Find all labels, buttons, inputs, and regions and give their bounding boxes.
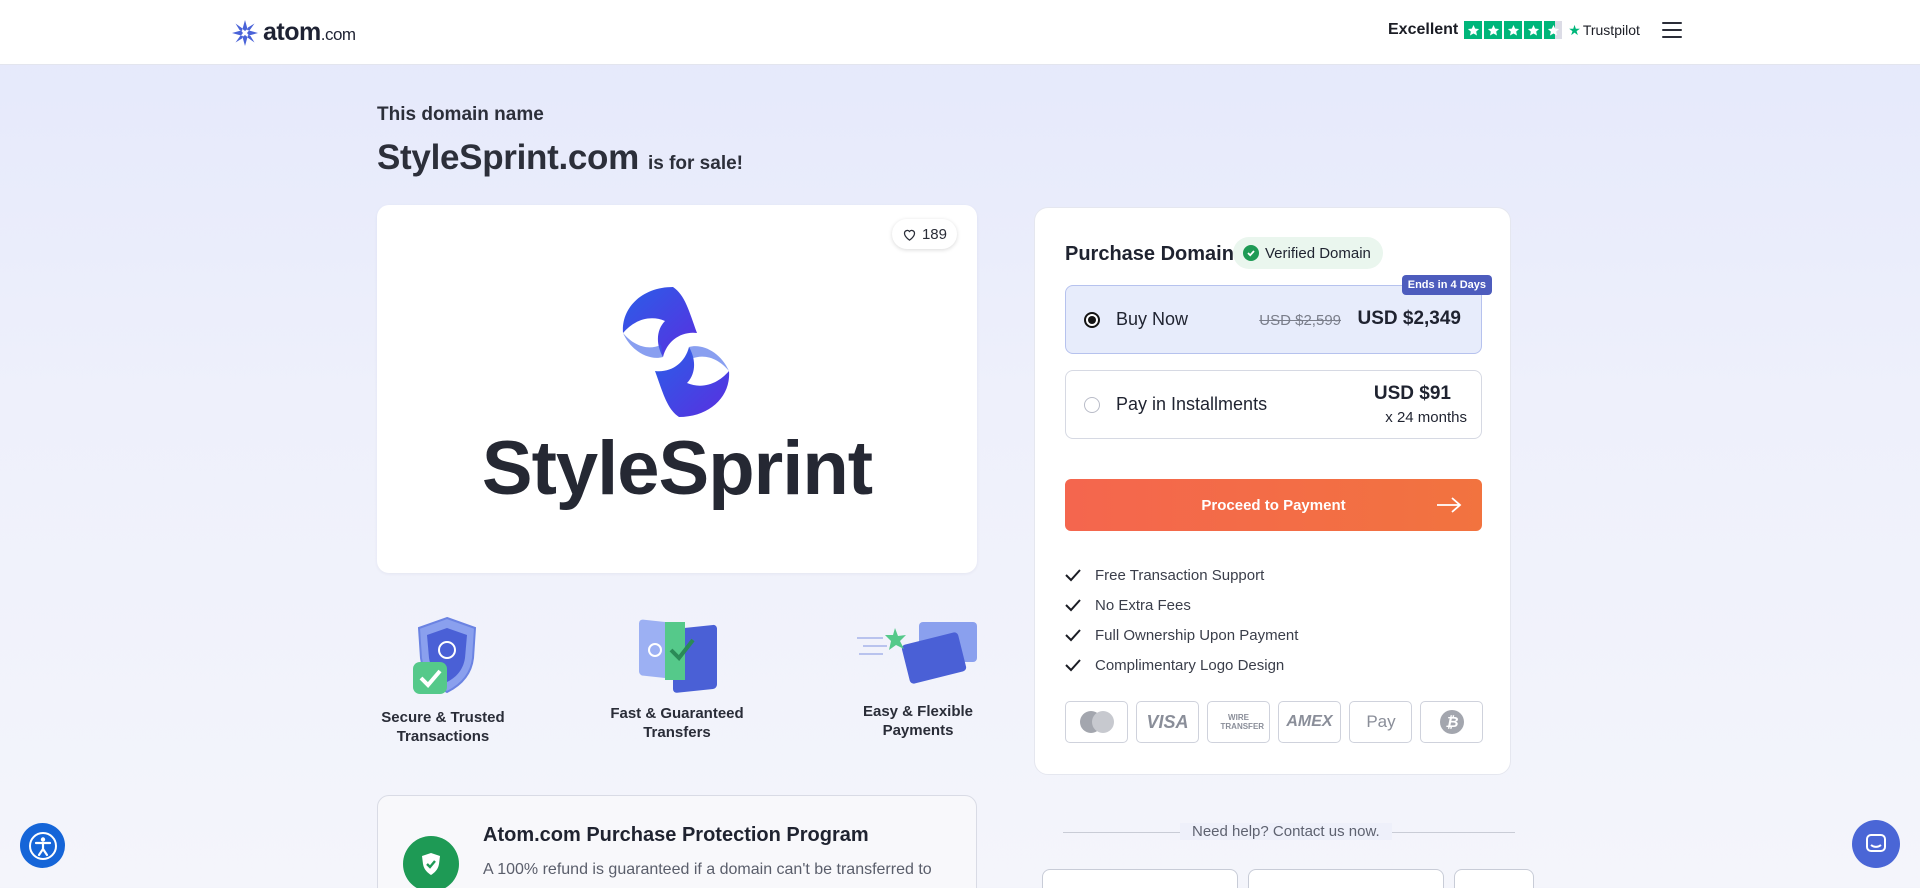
buy-now-radio[interactable]	[1084, 312, 1100, 328]
domain-logo-card: 189 StyleSprint	[377, 205, 977, 573]
half-star-icon	[1544, 21, 1563, 39]
heart-icon	[903, 229, 916, 241]
mastercard-icon[interactable]	[1065, 701, 1128, 743]
original-price: USD $2,599	[1259, 312, 1341, 329]
feature-label-line: Transfers	[643, 724, 711, 741]
perk-item: Full Ownership Upon Payment	[1065, 620, 1298, 650]
perk-item: Complimentary Logo Design	[1065, 650, 1298, 680]
trustpilot-brand: ★ Trustpilot	[1568, 21, 1640, 39]
intro-heading: This domain name	[377, 104, 544, 125]
installment-term: x 24 months	[1385, 409, 1467, 426]
apple-pay-icon[interactable]: Pay	[1349, 701, 1412, 743]
arrow-right-icon	[1437, 497, 1462, 513]
buy-now-label: Buy Now	[1116, 309, 1189, 329]
atom-logo[interactable]: atom.com	[231, 18, 356, 47]
feature-label-line: Secure & Trusted	[381, 709, 505, 726]
payment-methods: VISA WIRE TRANSFER AMEX Pay ₿	[1065, 701, 1483, 743]
perks-list: Free Transaction Support No Extra Fees F…	[1065, 560, 1298, 680]
protection-title: Atom.com Purchase Protection Program	[483, 824, 869, 846]
like-count: 189	[921, 225, 947, 243]
contact-button[interactable]	[1042, 869, 1238, 888]
rating-stars	[1464, 21, 1563, 39]
perk-item: No Extra Fees	[1065, 590, 1298, 620]
ends-badge: Ends in 4 Days	[1401, 275, 1492, 295]
proceed-label: Proceed to Payment	[1201, 496, 1346, 514]
hamburger-menu-icon[interactable]	[1662, 22, 1682, 40]
feature-secure: Secure & Trusted Transactions	[363, 614, 523, 746]
feature-flexible: Easy & Flexible Payments	[838, 614, 998, 740]
installment-price: USD $91	[1373, 383, 1451, 404]
perk-item: Free Transaction Support	[1065, 560, 1298, 590]
wire-transfer-icon[interactable]: WIRE TRANSFER	[1207, 701, 1270, 743]
help-text: Need help? Contact us now.	[1180, 823, 1392, 840]
domain-name: StyleSprint.com	[377, 138, 639, 177]
perk-label: Complimentary Logo Design	[1095, 656, 1285, 674]
feature-label-line: Fast & Guaranteed	[610, 705, 744, 722]
bitcoin-icon[interactable]: ₿	[1420, 701, 1483, 743]
perk-label: Free Transaction Support	[1095, 566, 1265, 584]
brand-wordmark: StyleSprint	[481, 426, 873, 511]
logo-wordmark: atom.com	[263, 18, 356, 46]
trustpilot-rating[interactable]: Excellent ★ Trustpilot	[1388, 21, 1640, 39]
installments-label: Pay in Installments	[1116, 394, 1268, 414]
transfer-folder-icon	[639, 619, 717, 693]
verified-check-icon	[1243, 245, 1259, 261]
top-navbar: atom.com Excellent ★ Trustpilot	[0, 0, 1920, 65]
protection-text: A 100% refund is guaranteed if a domain …	[483, 861, 932, 878]
purchase-panel: Purchase Domain Verified Domain Buy Now …	[1034, 207, 1511, 775]
checkmark-icon	[1065, 629, 1081, 642]
amex-icon[interactable]: AMEX	[1278, 701, 1341, 743]
svg-text:₿: ₿	[1445, 714, 1458, 731]
brand-wing-mark	[622, 287, 730, 417]
checkmark-icon	[1065, 659, 1081, 672]
atom-logo-icon	[232, 19, 258, 46]
purchase-title: Purchase Domain	[1065, 243, 1234, 265]
checkmark-icon	[1065, 599, 1081, 612]
verified-label: Verified Domain	[1265, 244, 1371, 262]
buy-now-option[interactable]: Buy Now USD $2,599 USD $2,349 Ends in 4 …	[1065, 275, 1492, 354]
contact-button[interactable]	[1248, 869, 1444, 888]
star-icon	[1504, 21, 1523, 39]
perk-label: No Extra Fees	[1095, 596, 1191, 614]
contact-button[interactable]	[1454, 869, 1534, 888]
for-sale-text: is for sale!	[647, 153, 743, 174]
checkmark-icon	[1065, 569, 1081, 582]
star-icon	[1484, 21, 1503, 39]
verified-badge: Verified Domain	[1233, 237, 1383, 269]
star-icon	[1524, 21, 1543, 39]
card-icon	[857, 622, 977, 684]
visa-icon[interactable]: VISA	[1136, 701, 1199, 743]
trust-label: Excellent	[1388, 21, 1459, 38]
chat-icon[interactable]	[1852, 820, 1900, 868]
trustpilot-star-icon: ★	[1568, 21, 1581, 38]
installments-radio[interactable]	[1084, 397, 1100, 413]
protection-shield-icon	[403, 836, 459, 888]
like-button[interactable]: 189	[891, 219, 957, 249]
accessibility-icon[interactable]	[20, 823, 65, 868]
perk-label: Full Ownership Upon Payment	[1095, 626, 1299, 644]
installments-option[interactable]: Pay in Installments USD $91 x 24 months	[1065, 370, 1482, 439]
sale-price: USD $2,349	[1357, 308, 1461, 329]
shield-check-icon	[413, 616, 477, 694]
feature-label-line: Easy & Flexible	[862, 703, 974, 720]
feature-label-line: Transactions	[396, 728, 490, 745]
star-icon	[1464, 21, 1483, 39]
feature-fast: Fast & Guaranteed Transfers	[597, 612, 757, 742]
feature-label-line: Payments	[882, 722, 954, 739]
proceed-to-payment-button[interactable]: Proceed to Payment	[1065, 479, 1482, 531]
purchase-protection-box: Atom.com Purchase Protection Program A 1…	[377, 795, 977, 888]
domain-title-line: StyleSprint.com is for sale!	[377, 138, 743, 178]
